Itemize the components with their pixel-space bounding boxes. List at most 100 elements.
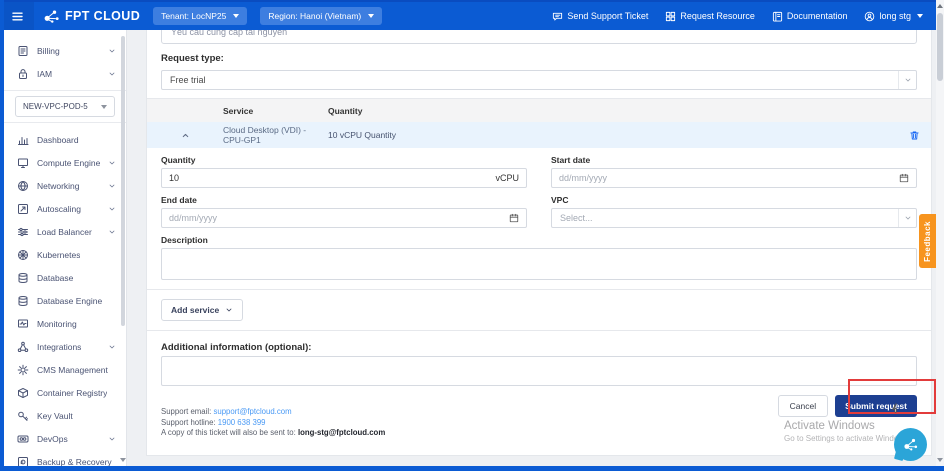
chevdown-icon (108, 435, 116, 443)
user-icon (864, 11, 875, 22)
window-border-left (0, 0, 4, 471)
request-type-label: Request type: (161, 53, 917, 64)
chat-support-button[interactable] (894, 428, 927, 461)
sidebar-item-compute-engine[interactable]: Compute Engine (4, 151, 126, 174)
sidebar-item-dashboard[interactable]: Dashboard (4, 128, 126, 151)
autoscaling-icon (17, 203, 29, 215)
kubernetes-icon (17, 249, 29, 261)
add-service-row: Add service (147, 289, 931, 330)
cancel-button[interactable]: Cancel (778, 395, 828, 417)
sidebar-item-billing[interactable]: Billing (4, 39, 126, 62)
header-link-send-support-ticket[interactable]: Send Support Ticket (552, 11, 648, 22)
dashboard-icon (17, 134, 29, 146)
start-date-label: Start date (551, 155, 917, 165)
request-title-box[interactable]: Yêu cầu cung cấp tài nguyên (161, 30, 917, 44)
iam-icon (17, 68, 29, 80)
sidebar-item-label: Networking (37, 181, 80, 191)
support-email-link[interactable]: support@fptcloud.com (213, 407, 291, 416)
sidebar-item-cms-management[interactable]: CMS Management (4, 358, 126, 381)
devops-icon (17, 433, 29, 445)
sidebar-item-iam[interactable]: IAM (4, 62, 126, 85)
sidebar-item-label: Container Registry (37, 388, 107, 398)
chevdown-icon (108, 159, 116, 167)
page-scrollbar[interactable] (936, 0, 944, 466)
sidebar-scrollbar[interactable] (121, 36, 125, 326)
support-hotline-link[interactable]: 1900 638 399 (218, 418, 266, 427)
chevron-down-icon (233, 14, 239, 18)
add-service-button[interactable]: Add service (161, 299, 243, 321)
request-type-select[interactable]: Free trial (161, 70, 917, 90)
registry-icon (17, 387, 29, 399)
calendar-icon[interactable] (899, 173, 909, 183)
sidebar-item-label: Autoscaling (37, 204, 81, 214)
chevdown-icon (108, 228, 116, 236)
sidebar-item-label: Load Balancer (37, 227, 92, 237)
fpt-cloud-logo[interactable]: FPT CLOUD (43, 9, 140, 24)
hamburger-menu-button[interactable] (0, 2, 34, 30)
calendar-icon[interactable] (509, 213, 519, 223)
chevron-down-icon (898, 209, 916, 227)
service-name-cell: Cloud Desktop (VDI) - CPU-GP1 (223, 125, 328, 145)
quantity-field: Quantity vCPU (161, 155, 527, 188)
sidebar-item-networking[interactable]: Networking (4, 174, 126, 197)
end-date-input[interactable] (169, 213, 509, 223)
vpc-placeholder: Select... (560, 213, 593, 223)
sidebar-item-database[interactable]: Database (4, 266, 126, 289)
start-date-input-wrap (551, 168, 917, 188)
request-resource-form-card: Yêu cầu cung cấp tài nguyên Request type… (146, 30, 932, 456)
quantity-input[interactable] (169, 173, 495, 183)
header-link-long-stg[interactable]: long stg (864, 11, 923, 22)
vpc-selector-dropdown[interactable]: NEW-VPC-POD-5 (15, 96, 115, 117)
database-icon (17, 295, 29, 307)
sidebar-item-label: Key Vault (37, 411, 73, 421)
sidebar-item-container-registry[interactable]: Container Registry (4, 381, 126, 404)
support-email-line: Support email: support@fptcloud.com (161, 407, 385, 418)
region-selector[interactable]: Region: Hanoi (Vietnam) (260, 7, 382, 25)
sidebar-item-load-balancer[interactable]: Load Balancer (4, 220, 126, 243)
ticket-icon (552, 11, 563, 22)
vpc-select[interactable]: Select... (551, 208, 917, 228)
tenant-selector[interactable]: Tenant: LocNP25 (153, 7, 247, 25)
collapse-row-icon[interactable] (147, 131, 223, 140)
header-link-request-resource[interactable]: Request Resource (665, 11, 755, 22)
sidebar-item-label: Database Engine (37, 296, 102, 306)
sidebar-item-database-engine[interactable]: Database Engine (4, 289, 126, 312)
quantity-unit: vCPU (495, 173, 519, 183)
sidebar-item-key-vault[interactable]: Key Vault (4, 404, 126, 427)
app-window: FPT CLOUD Tenant: LocNP25 Region: Hanoi … (0, 0, 944, 471)
chevron-down-icon (917, 14, 923, 18)
sidebar-item-autoscaling[interactable]: Autoscaling (4, 197, 126, 220)
tenant-label: Tenant: LocNP25 (161, 11, 226, 21)
divider (4, 90, 126, 91)
vpc-selector-value: NEW-VPC-POD-5 (23, 102, 88, 111)
delete-service-icon[interactable] (897, 130, 931, 141)
header-link-documentation[interactable]: Documentation (772, 11, 848, 22)
sidebar-item-monitoring[interactable]: Monitoring (4, 312, 126, 335)
start-date-input[interactable] (559, 173, 899, 183)
cms-icon (17, 364, 29, 376)
vpc-label: VPC (551, 195, 917, 205)
scroll-down-arrow[interactable] (936, 455, 944, 465)
fpt-chat-logo-icon (902, 436, 919, 453)
description-textarea[interactable] (161, 248, 917, 280)
quantity-label: Quantity (161, 155, 527, 165)
scroll-up-arrow[interactable] (936, 1, 944, 11)
sidebar-scroll-down-arrow[interactable] (120, 457, 126, 463)
sidebar-item-kubernetes[interactable]: Kubernetes (4, 243, 126, 266)
copy-note-line: A copy of this ticket will also be sent … (161, 428, 385, 439)
feedback-tab[interactable]: Feedback (919, 214, 936, 268)
service-table-row[interactable]: Cloud Desktop (VDI) - CPU-GP1 10 vCPU Qu… (147, 122, 931, 148)
additional-info-textarea[interactable] (161, 356, 917, 386)
copy-email: long-stg@fptcloud.com (298, 428, 385, 437)
header-link-label: Request Resource (680, 11, 755, 21)
chevdown-icon (108, 47, 116, 55)
clipped-title-wrap: Yêu cầu cung cấp tài nguyên (161, 30, 917, 44)
divider (4, 122, 126, 123)
sidebar-item-devops[interactable]: DevOps (4, 427, 126, 450)
submit-request-button[interactable]: Submit request (835, 395, 917, 417)
activate-windows-hint: Go to Settings to activate Windows (784, 434, 908, 443)
chevron-down-icon (225, 306, 233, 314)
fpt-molecule-icon (43, 9, 60, 24)
scrollbar-thumb[interactable] (937, 13, 943, 81)
sidebar-item-integrations[interactable]: Integrations (4, 335, 126, 358)
